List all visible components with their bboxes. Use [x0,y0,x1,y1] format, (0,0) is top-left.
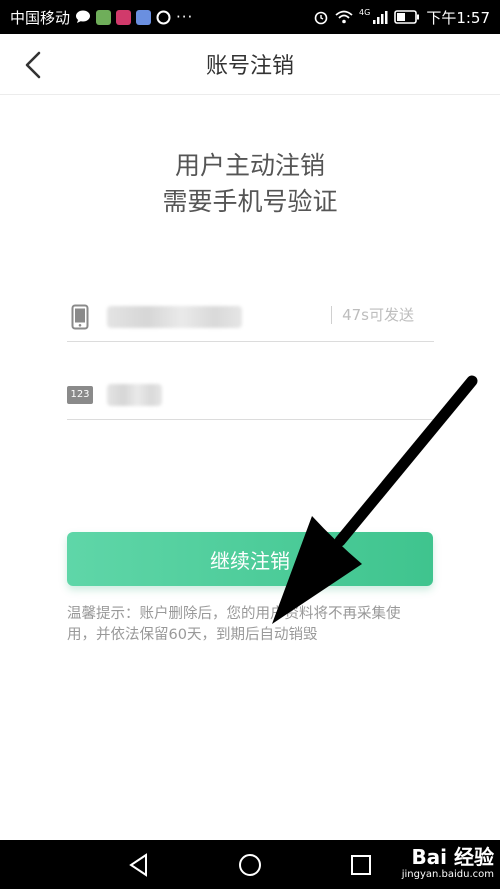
code-icon-label: 123 [67,385,93,404]
alarm-icon [314,11,328,25]
phone-icon [67,304,93,330]
phone-number-field[interactable]: 47s可发送 [67,292,434,342]
nav-home-icon[interactable] [237,852,263,878]
app-notification-icon-2 [116,9,132,25]
system-nav-bar: Bai 经验 jingyan.baidu.com [0,840,500,889]
phone-number-value-blurred [107,305,242,328]
top-app-bar: 账号注销 [0,34,500,95]
nav-recents-icon[interactable] [348,852,374,878]
status-bar: 中国移动 ··· 4G 下午1:57 [0,0,500,34]
chevron-left-icon [25,51,41,79]
status-left: 中国移动 ··· [10,7,193,28]
baidu-jingyan-watermark: Bai 经验 jingyan.baidu.com [374,846,494,886]
battery-icon [394,10,420,24]
watermark-domain: jingyan.baidu.com [401,869,494,880]
headline: 用户主动注销 需要手机号验证 [0,148,500,220]
settings-circle-icon [156,10,171,24]
clock: 下午1:57 [426,8,490,27]
continue-cancellation-button[interactable]: 继续注销 [67,532,433,586]
more-dots-icon: ··· [176,8,194,26]
network-type: 4G [359,7,371,17]
wifi-icon [335,10,353,24]
status-right: 4G 下午1:57 [313,7,490,28]
back-button[interactable] [18,48,48,82]
carrier-name: 中国移动 [10,8,71,27]
chat-bubble-icon [76,10,91,23]
watermark-text: Bai 经验 [411,845,494,869]
verification-code-value-blurred [107,383,162,406]
code-icon: 123 [67,382,93,408]
headline-line-2: 需要手机号验证 [162,187,338,216]
verification-code-field[interactable]: 123 [67,370,434,420]
app-notification-icon-1 [96,9,112,25]
nav-back-icon[interactable] [126,852,152,878]
signal-icon [373,11,388,24]
resend-code-countdown[interactable]: 47s可发送 [331,306,414,324]
app-notification-icon-3 [136,9,152,25]
headline-line-1: 用户主动注销 [174,151,325,180]
page-title: 账号注销 [205,54,294,79]
main-content: 用户主动注销 需要手机号验证 47s可发送 123 继续注销 温馨提示：账户删除… [0,96,500,840]
warm-tip-text: 温馨提示：账户删除后，您的用户资料将不再采集使用，并依法保留60天，到期后自动销… [67,606,401,643]
